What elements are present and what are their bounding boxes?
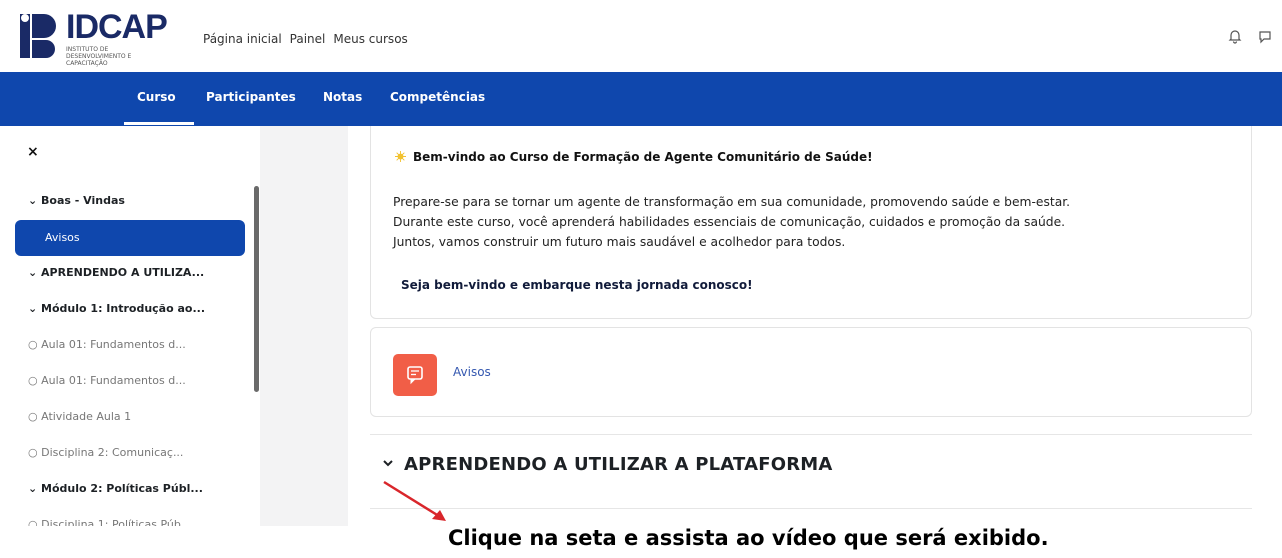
tab-course[interactable]: Curso	[137, 90, 176, 104]
top-navbar: IDCAP INSTITUTO DE DESENVOLVIMENTO E CAP…	[0, 0, 1282, 72]
tab-competencies[interactable]: Competências	[390, 90, 485, 104]
logo-subtitle: INSTITUTO DE DESENVOLVIMENTO E CAPACITAÇ…	[66, 46, 132, 67]
active-tab-indicator	[124, 122, 194, 125]
section-aprendendo[interactable]: ⌄ APRENDENDO A UTILIZA...	[28, 266, 204, 279]
course-index-drawer: × ⌄ Boas - Vindas Avisos ⌄ APRENDENDO A …	[0, 126, 260, 526]
course-secondary-nav: Curso Participantes Notas Competências	[0, 72, 1282, 126]
course-index-item-label: Aula 01: Fundamentos d...	[41, 338, 186, 351]
course-index-item-label: Aula 01: Fundamentos d...	[41, 374, 186, 387]
avisos-activity-link[interactable]: Avisos	[453, 365, 491, 379]
forum-icon	[393, 354, 437, 396]
course-index-item[interactable]: ○ Disciplina 2: Comunicaç...	[28, 446, 183, 459]
course-index-item[interactable]: ○ Aula 01: Fundamentos d...	[28, 338, 186, 351]
section-divider	[370, 508, 1252, 509]
course-index-item[interactable]: ○ Aula 01: Fundamentos d...	[28, 374, 186, 387]
section-divider	[370, 434, 1252, 435]
course-index-item-label: Disciplina 2: Comunicaç...	[41, 446, 184, 459]
section-label: Boas - Vindas	[41, 194, 125, 207]
course-index-item[interactable]: ○ Disciplina 1: Políticas Púb...	[28, 518, 191, 526]
content-gutter	[260, 126, 348, 526]
nav-my-courses-link[interactable]: Meus cursos	[333, 32, 407, 46]
section-modulo-2[interactable]: ⌄ Módulo 2: Políticas Públ...	[28, 482, 203, 495]
section-title[interactable]: APRENDENDO A UTILIZAR A PLATAFORMA	[404, 454, 833, 475]
chevron-down-icon: ⌄	[28, 482, 42, 495]
instruction-caption: Clique na seta e assista ao vídeo que se…	[448, 526, 1049, 550]
annotation-arrow-icon	[383, 480, 446, 521]
bell-icon[interactable]	[1228, 28, 1242, 44]
circle-icon: ○	[28, 374, 42, 387]
welcome-card: Bem-vindo ao Curso de Formação de Agente…	[370, 126, 1252, 319]
logo-wordmark: IDCAP	[66, 8, 168, 46]
section-label: Módulo 2: Políticas Públ...	[41, 482, 203, 495]
course-index-item-label: Atividade Aula 1	[41, 410, 132, 423]
nav-home-link[interactable]: Página inicial	[203, 32, 282, 46]
drawer-scrollbar[interactable]	[254, 186, 259, 392]
user-menu-icons	[1228, 28, 1272, 44]
section-label: Módulo 1: Introdução ao...	[41, 302, 206, 315]
circle-icon: ○	[28, 518, 42, 526]
welcome-cta: Seja bem-vindo e embarque nesta jornada …	[401, 278, 753, 292]
nav-dashboard-link[interactable]: Painel	[290, 32, 326, 46]
chevron-down-icon: ⌄	[28, 194, 42, 207]
site-logo[interactable]: IDCAP INSTITUTO DE DESENVOLVIMENTO E CAP…	[18, 8, 178, 67]
circle-icon: ○	[28, 410, 42, 423]
welcome-paragraph: Prepare-se para se tornar um agente de t…	[393, 192, 1243, 252]
close-drawer-button[interactable]: ×	[27, 144, 39, 160]
course-index-item[interactable]: ○ Atividade Aula 1	[28, 410, 131, 423]
chevron-down-icon[interactable]	[382, 456, 394, 470]
course-index-item-label: Disciplina 1: Políticas Púb...	[41, 518, 192, 526]
section-label: APRENDENDO A UTILIZA...	[41, 266, 205, 279]
logo-mark-icon	[20, 14, 56, 58]
tab-grades[interactable]: Notas	[323, 90, 362, 104]
course-index-item-label: Avisos	[45, 231, 80, 244]
paragraph-line: Juntos, vamos construir um futuro mais s…	[393, 235, 846, 249]
course-index-item-avisos[interactable]: Avisos	[15, 220, 245, 256]
section-boas-vindas[interactable]: ⌄ Boas - Vindas	[28, 194, 125, 207]
circle-icon: ○	[28, 338, 42, 351]
course-content: Bem-vindo ao Curso de Formação de Agente…	[348, 126, 1282, 526]
sparkle-icon	[395, 151, 406, 162]
circle-icon: ○	[28, 446, 42, 459]
paragraph-line: Prepare-se para se tornar um agente de t…	[393, 195, 1071, 209]
paragraph-line: Durante este curso, você aprenderá habil…	[393, 215, 1066, 229]
tab-participants[interactable]: Participantes	[206, 90, 296, 104]
chat-icon[interactable]	[1258, 28, 1272, 44]
welcome-heading: Bem-vindo ao Curso de Formação de Agente…	[413, 150, 873, 164]
section-modulo-1[interactable]: ⌄ Módulo 1: Introdução ao...	[28, 302, 205, 315]
primary-nav: Página inicial Painel Meus cursos	[203, 32, 408, 46]
activity-card-avisos: Avisos	[370, 327, 1252, 417]
chevron-down-icon: ⌄	[28, 266, 42, 279]
chevron-down-icon: ⌄	[28, 302, 42, 315]
